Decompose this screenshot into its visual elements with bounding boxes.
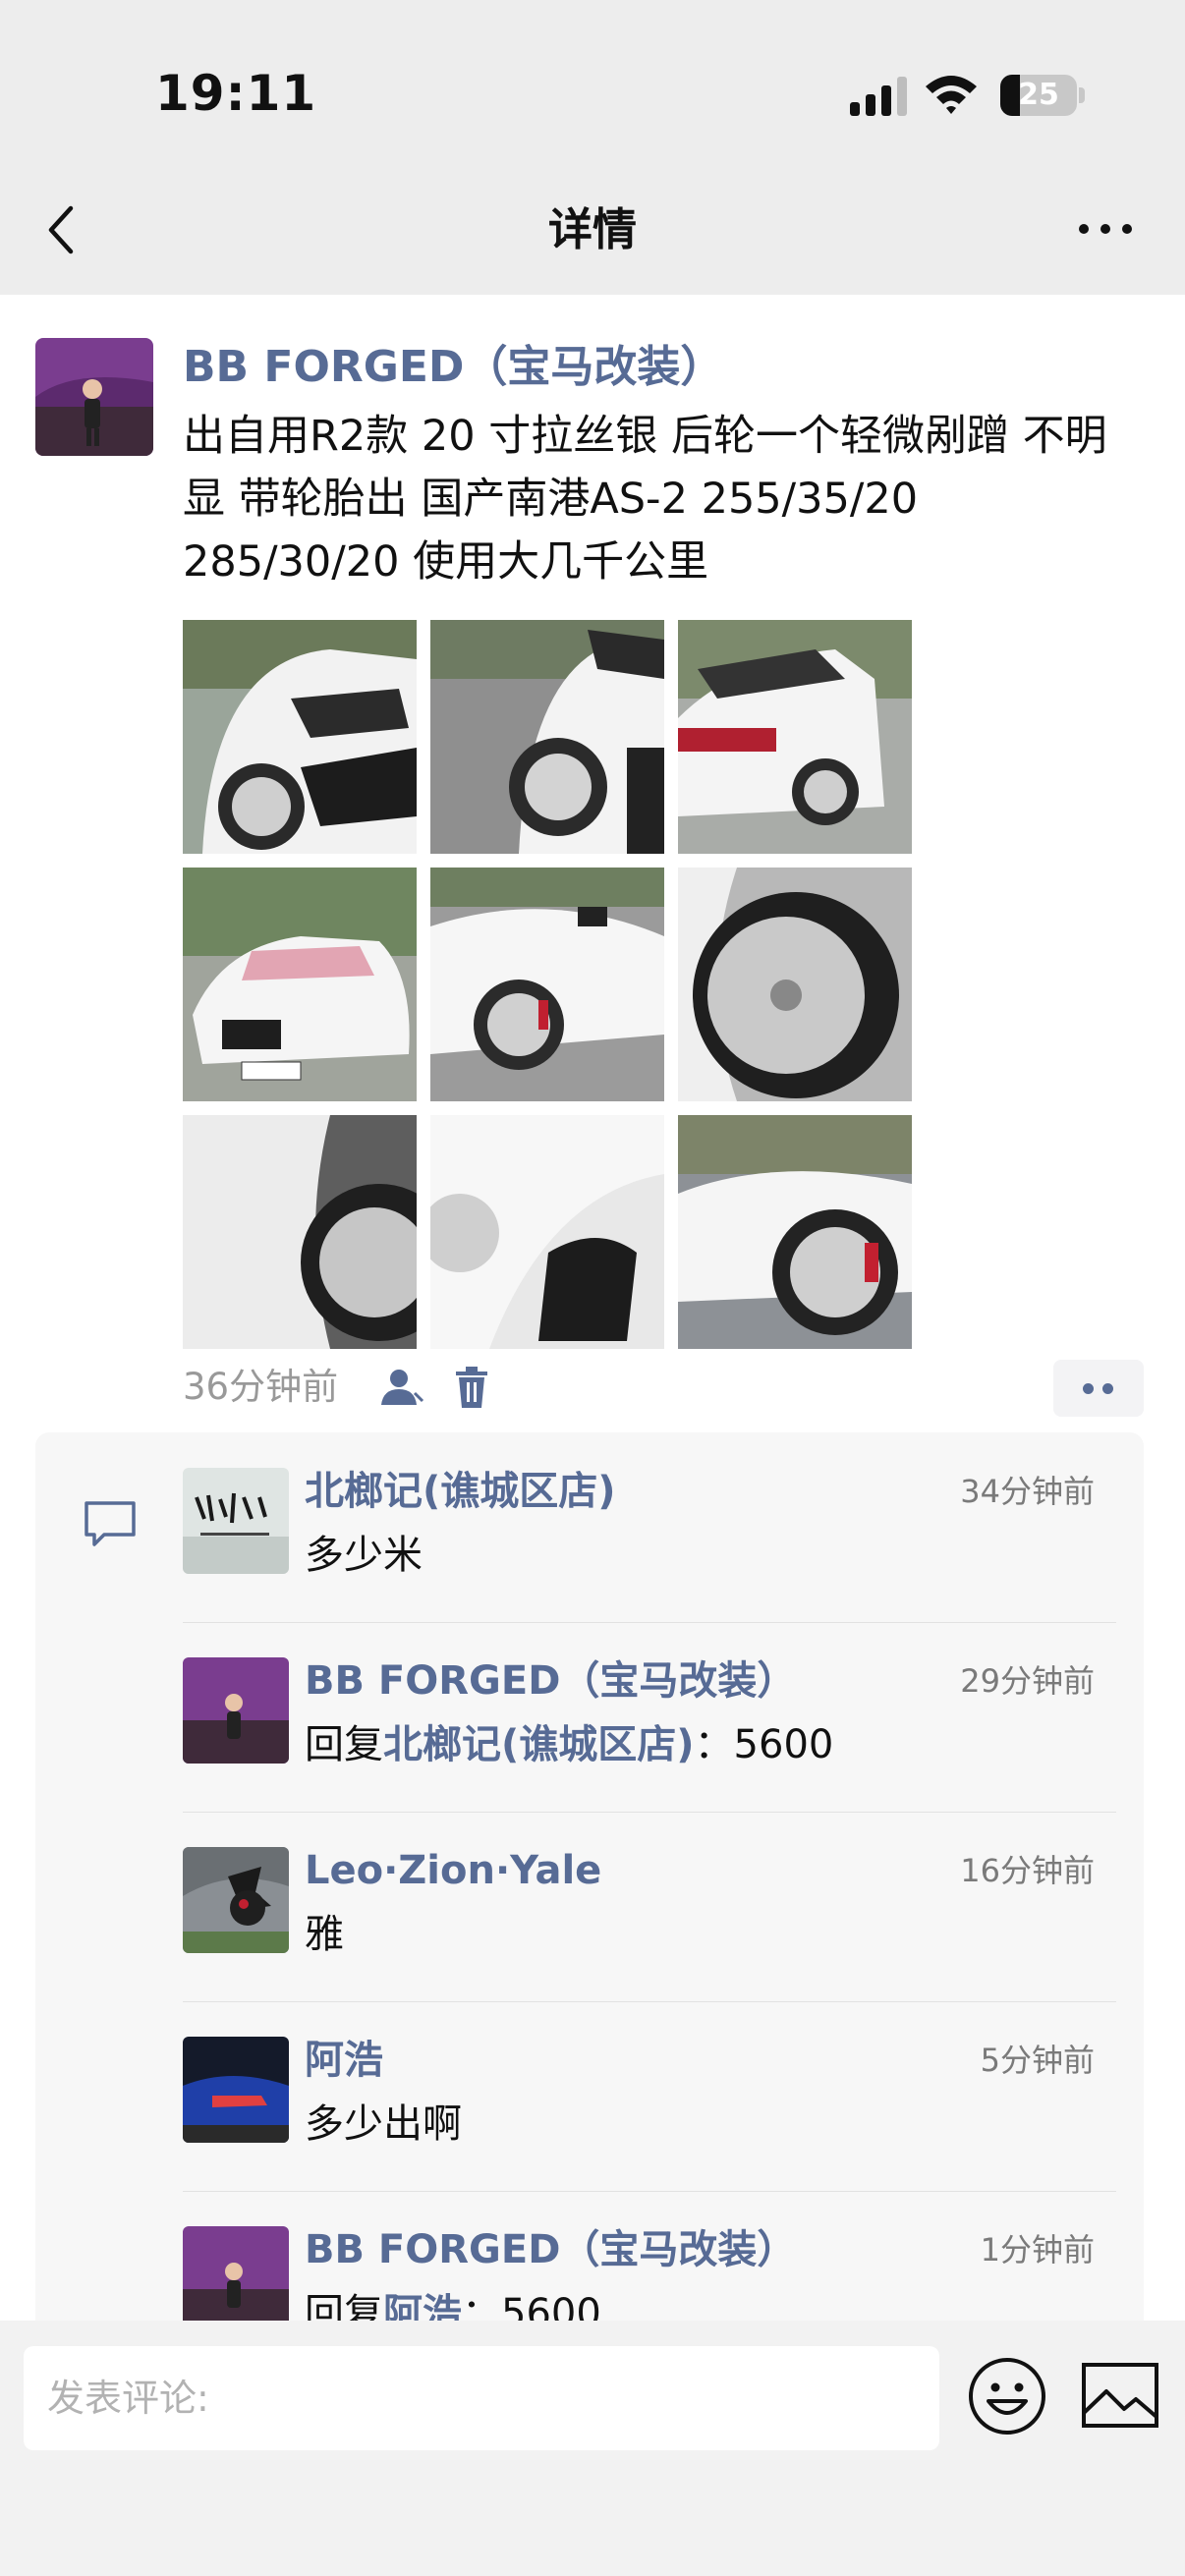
battery-tip [1079,87,1085,103]
photo-5[interactable] [430,868,664,1101]
photo-9[interactable] [678,1115,912,1349]
signal-icon [850,77,907,116]
comment-text: 多少出啊 [305,2101,462,2147]
battery-indicator: 25 [1000,75,1077,116]
comment-text: 回复北榔记(谯城区店)：5600 [305,1716,833,1773]
status-bar: 19:11 25 详情 [0,0,1185,255]
wifi-icon [926,76,977,114]
avatar[interactable] [183,2037,289,2143]
comment-item[interactable]: Leo·Zion·Yale 16分钟前 雅 [183,1812,1116,2001]
comment-input[interactable] [24,2346,939,2450]
user-icon[interactable] [379,1368,424,1407]
comment-time: 16分钟前 [960,1852,1095,1889]
divider [183,2191,1116,2192]
comment-item[interactable]: BB FORGED（宝马改装） 29分钟前 回复北榔记(谯城区店)：5600 [183,1622,1116,1812]
comment-input-bar [0,2321,1185,2576]
reply-prefix: 回复 [305,1722,383,1767]
avatar[interactable] [183,1468,289,1574]
photo-1[interactable] [183,620,417,854]
comment-author[interactable]: Leo·Zion·Yale [305,1843,601,1898]
image-icon[interactable] [1081,2362,1159,2429]
comment-text: 雅 [305,1912,344,1957]
photo-2[interactable] [430,620,664,854]
battery-level: 25 [1018,78,1059,112]
divider [183,2001,1116,2002]
comment-item[interactable]: BB FORGED（宝马改装） 1分钟前 回复阿浩：5600 [183,2191,1116,2321]
post-action-button[interactable] [1053,1360,1144,1417]
comment-icon [85,1501,136,1546]
comment-author[interactable]: BB FORGED（宝马改装） [305,2222,796,2277]
page-title: 详情 [547,203,637,255]
avatar[interactable] [183,2226,289,2321]
comment-author[interactable]: 北榔记(谯城区店) [305,1464,616,1519]
reply-target[interactable]: 阿浩 [383,2291,462,2321]
comment-item[interactable]: 北榔记(谯城区店) 34分钟前 多少米 [183,1432,1116,1622]
comment-time: 29分钟前 [960,1662,1095,1700]
emoji-icon[interactable] [967,2356,1047,2436]
photo-6[interactable] [678,868,912,1101]
divider [183,1812,1116,1813]
more-icon[interactable] [1076,214,1135,244]
reply-target[interactable]: 北榔记(谯城区店) [383,1722,695,1767]
divider [183,1622,1116,1623]
trash-icon[interactable] [454,1366,489,1409]
comment-section: 北榔记(谯城区店) 34分钟前 多少米 BB FORGED（宝马改装） 29分钟… [35,1432,1144,2321]
comment-text: 多少米 [305,1533,423,1578]
post-detail: BB FORGED（宝马改装） 出自用R2款 20 寸拉丝银 后轮一个轻微剐蹭 … [0,295,1185,2321]
post-time: 36分钟前 [183,1366,339,1408]
comment-item[interactable]: 阿浩 5分钟前 多少出啊 [183,2001,1116,2191]
comment-time: 34分钟前 [960,1473,1095,1510]
post-author[interactable]: BB FORGED（宝马改装） [183,338,723,397]
status-time: 19:11 [155,65,317,122]
photo-8[interactable] [430,1115,664,1349]
comment-time: 1分钟前 [980,2231,1095,2268]
avatar[interactable] [183,1657,289,1764]
reply-content: ：5600 [694,1722,834,1767]
reply-content: ：5600 [462,2291,601,2321]
post-text: 出自用R2款 20 寸拉丝银 后轮一个轻微剐蹭 不明显 带轮胎出 国产南港AS-… [183,412,1107,587]
comment-text: 回复阿浩：5600 [305,2285,601,2321]
photo-3[interactable] [678,620,912,854]
avatar[interactable] [183,1847,289,1953]
photo-7[interactable] [183,1115,417,1349]
reply-prefix: 回复 [305,2291,383,2321]
avatar[interactable] [35,338,153,456]
comment-author[interactable]: 阿浩 [305,2033,383,2088]
comment-author[interactable]: BB FORGED（宝马改装） [305,1653,796,1708]
photo-4[interactable] [183,868,417,1101]
comment-time: 5分钟前 [980,2042,1095,2079]
